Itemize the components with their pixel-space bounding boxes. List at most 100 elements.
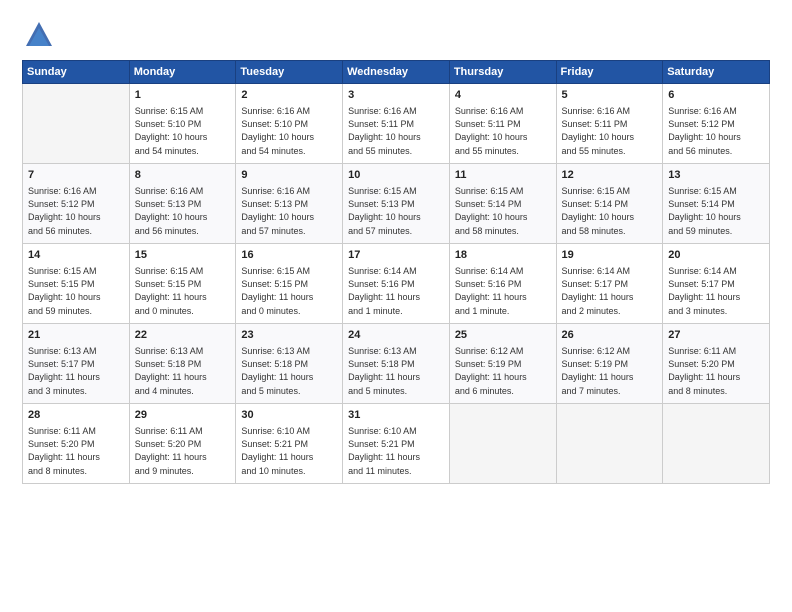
day-info: Sunrise: 6:16 AM Sunset: 5:12 PM Dayligh… [28,185,124,237]
calendar-cell: 3Sunrise: 6:16 AM Sunset: 5:11 PM Daylig… [343,84,450,164]
day-info: Sunrise: 6:15 AM Sunset: 5:10 PM Dayligh… [135,105,231,157]
day-number: 18 [455,248,551,263]
day-info: Sunrise: 6:14 AM Sunset: 5:16 PM Dayligh… [455,265,551,317]
day-number: 16 [241,248,337,263]
calendar-cell: 21 Sunrise: 6:13 AM Sunset: 5:17 PM Dayli… [23,324,130,404]
day-number: 1 [135,88,231,103]
calendar-table: SundayMondayTuesdayWednesdayThursdayFrid… [22,60,770,484]
weekday-monday: Monday [129,61,236,84]
calendar-cell: 26 Sunrise: 6:12 AM Sunset: 5:19 PM Dayli… [556,324,663,404]
calendar-cell: 5 Sunrise: 6:16 AM Sunset: 5:11 PM Daylig… [556,84,663,164]
day-info: Sunrise: 6:13 AM Sunset: 5:18 PM Dayligh… [241,345,337,397]
day-info: Sunrise: 6:15 AM Sunset: 5:13 PM Dayligh… [348,185,444,237]
day-number: 13 [668,168,764,183]
day-number: 20 [668,248,764,263]
day-number: 14 [28,248,124,263]
day-number: 8 [135,168,231,183]
day-info: Sunrise: 6:16 AM Sunset: 5:10 PM Dayligh… [241,105,337,157]
calendar-cell: 20Sunrise: 6:14 AM Sunset: 5:17 PM Dayli… [663,244,770,324]
day-info: Sunrise: 6:16 AM Sunset: 5:11 PM Dayligh… [348,105,444,157]
calendar-cell: 13 Sunrise: 6:15 AM Sunset: 5:14 PM Dayli… [663,164,770,244]
day-info: Sunrise: 6:15 AM Sunset: 5:14 PM Dayligh… [668,185,764,237]
day-number: 23 [241,328,337,343]
calendar-cell: 2 Sunrise: 6:16 AM Sunset: 5:10 PM Daylig… [236,84,343,164]
day-number: 22 [135,328,231,343]
calendar-cell [449,404,556,484]
calendar-cell: 7 Sunrise: 6:16 AM Sunset: 5:12 PM Daylig… [23,164,130,244]
day-number: 27 [668,328,764,343]
day-info: Sunrise: 6:15 AM Sunset: 5:14 PM Dayligh… [455,185,551,237]
day-number: 12 [562,168,658,183]
day-info: Sunrise: 6:14 AM Sunset: 5:16 PM Dayligh… [348,265,444,317]
weekday-sunday: Sunday [23,61,130,84]
day-number: 5 [562,88,658,103]
calendar-cell: 11 Sunrise: 6:15 AM Sunset: 5:14 PM Dayli… [449,164,556,244]
day-info: Sunrise: 6:16 AM Sunset: 5:13 PM Dayligh… [135,185,231,237]
day-info: Sunrise: 6:15 AM Sunset: 5:15 PM Dayligh… [241,265,337,317]
calendar-cell: 15 Sunrise: 6:15 AM Sunset: 5:15 PM Dayli… [129,244,236,324]
day-number: 25 [455,328,551,343]
logo-icon [22,18,56,52]
day-number: 4 [455,88,551,103]
day-number: 29 [135,408,231,423]
weekday-thursday: Thursday [449,61,556,84]
calendar-cell: 6 Sunrise: 6:16 AM Sunset: 5:12 PM Daylig… [663,84,770,164]
calendar-cell: 30 Sunrise: 6:10 AM Sunset: 5:21 PM Dayli… [236,404,343,484]
calendar-cell [556,404,663,484]
calendar-cell [663,404,770,484]
calendar-cell: 14 Sunrise: 6:15 AM Sunset: 5:15 PM Dayli… [23,244,130,324]
day-number: 19 [562,248,658,263]
calendar-week-4: 21 Sunrise: 6:13 AM Sunset: 5:17 PM Dayli… [23,324,770,404]
logo [22,18,60,52]
day-info: Sunrise: 6:10 AM Sunset: 5:21 PM Dayligh… [348,425,444,477]
day-number: 24 [348,328,444,343]
weekday-header-row: SundayMondayTuesdayWednesdayThursdayFrid… [23,61,770,84]
calendar-cell: 28 Sunrise: 6:11 AM Sunset: 5:20 PM Dayli… [23,404,130,484]
calendar-cell [23,84,130,164]
day-number: 7 [28,168,124,183]
day-number: 2 [241,88,337,103]
calendar-cell: 31 Sunrise: 6:10 AM Sunset: 5:21 PM Dayli… [343,404,450,484]
day-number: 26 [562,328,658,343]
weekday-tuesday: Tuesday [236,61,343,84]
day-number: 6 [668,88,764,103]
day-number: 15 [135,248,231,263]
day-number: 30 [241,408,337,423]
day-info: Sunrise: 6:16 AM Sunset: 5:11 PM Dayligh… [562,105,658,157]
weekday-saturday: Saturday [663,61,770,84]
day-info: Sunrise: 6:15 AM Sunset: 5:15 PM Dayligh… [28,265,124,317]
day-info: Sunrise: 6:13 AM Sunset: 5:18 PM Dayligh… [348,345,444,397]
calendar-cell: 22 Sunrise: 6:13 AM Sunset: 5:18 PM Dayli… [129,324,236,404]
calendar-cell: 18 Sunrise: 6:14 AM Sunset: 5:16 PM Dayli… [449,244,556,324]
day-number: 21 [28,328,124,343]
calendar-cell: 16 Sunrise: 6:15 AM Sunset: 5:15 PM Dayli… [236,244,343,324]
day-info: Sunrise: 6:16 AM Sunset: 5:12 PM Dayligh… [668,105,764,157]
day-info: Sunrise: 6:15 AM Sunset: 5:14 PM Dayligh… [562,185,658,237]
calendar-cell: 19 Sunrise: 6:14 AM Sunset: 5:17 PM Dayli… [556,244,663,324]
day-info: Sunrise: 6:10 AM Sunset: 5:21 PM Dayligh… [241,425,337,477]
day-info: Sunrise: 6:14 AM Sunset: 5:17 PM Dayligh… [562,265,658,317]
day-info: Sunrise: 6:15 AM Sunset: 5:15 PM Dayligh… [135,265,231,317]
day-number: 10 [348,168,444,183]
calendar-cell: 4 Sunrise: 6:16 AM Sunset: 5:11 PM Daylig… [449,84,556,164]
calendar-week-2: 7 Sunrise: 6:16 AM Sunset: 5:12 PM Daylig… [23,164,770,244]
calendar-week-1: 1 Sunrise: 6:15 AM Sunset: 5:10 PM Daylig… [23,84,770,164]
day-info: Sunrise: 6:11 AM Sunset: 5:20 PM Dayligh… [28,425,124,477]
day-info: Sunrise: 6:13 AM Sunset: 5:17 PM Dayligh… [28,345,124,397]
calendar-cell: 10 Sunrise: 6:15 AM Sunset: 5:13 PM Dayli… [343,164,450,244]
day-info: Sunrise: 6:16 AM Sunset: 5:11 PM Dayligh… [455,105,551,157]
calendar-cell: 9Sunrise: 6:16 AM Sunset: 5:13 PM Daylig… [236,164,343,244]
weekday-friday: Friday [556,61,663,84]
calendar-cell: 24 Sunrise: 6:13 AM Sunset: 5:18 PM Dayli… [343,324,450,404]
calendar-cell: 25Sunrise: 6:12 AM Sunset: 5:19 PM Dayli… [449,324,556,404]
day-info: Sunrise: 6:12 AM Sunset: 5:19 PM Dayligh… [562,345,658,397]
day-info: Sunrise: 6:11 AM Sunset: 5:20 PM Dayligh… [135,425,231,477]
header [22,18,770,52]
page: SundayMondayTuesdayWednesdayThursdayFrid… [0,0,792,612]
day-number: 31 [348,408,444,423]
day-number: 11 [455,168,551,183]
calendar-cell: 12 Sunrise: 6:15 AM Sunset: 5:14 PM Dayli… [556,164,663,244]
calendar-week-3: 14 Sunrise: 6:15 AM Sunset: 5:15 PM Dayli… [23,244,770,324]
day-number: 28 [28,408,124,423]
day-info: Sunrise: 6:13 AM Sunset: 5:18 PM Dayligh… [135,345,231,397]
